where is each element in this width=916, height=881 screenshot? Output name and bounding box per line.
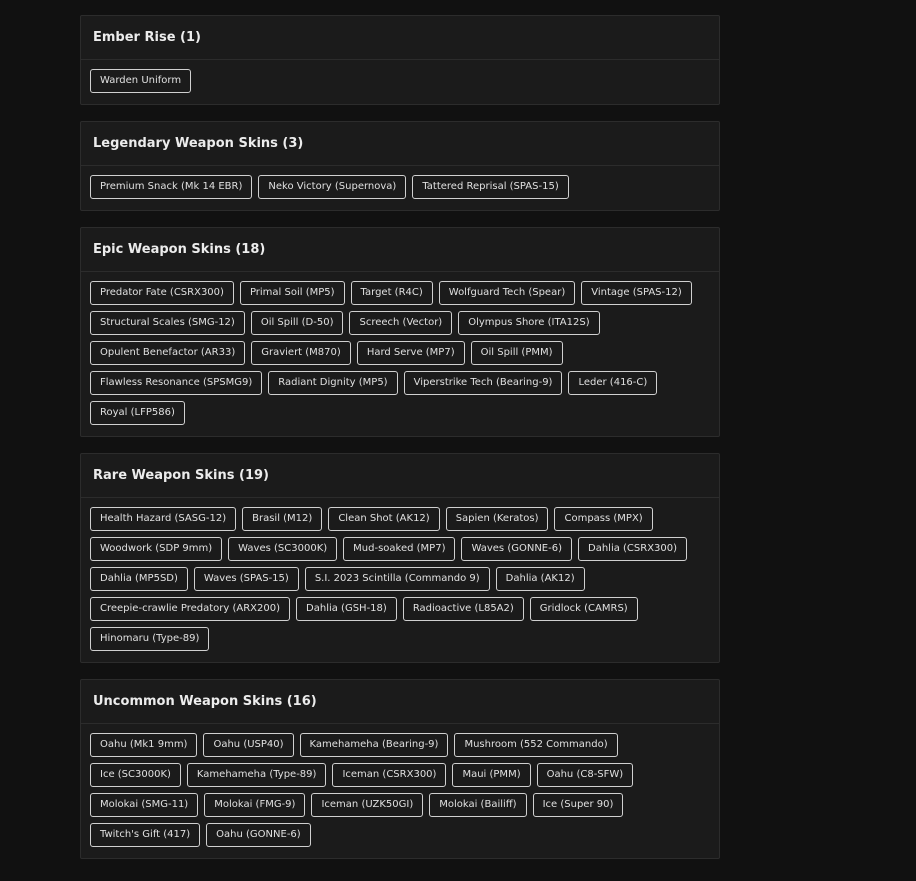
skin-chip[interactable]: Ice (Super 90): [532, 793, 624, 817]
skin-chip[interactable]: Oahu (C8-SFW): [536, 763, 634, 787]
section-header: Ember Rise (1): [81, 16, 719, 60]
skin-chip[interactable]: Predator Fate (CSRX300): [90, 281, 234, 305]
skin-section: Legendary Weapon Skins (3) Premium Snack …: [80, 121, 720, 211]
skin-chip[interactable]: Iceman (UZK50GI): [311, 793, 424, 817]
skin-chip[interactable]: Mud-soaked (MP7): [343, 537, 456, 561]
skin-chip[interactable]: Screech (Vector): [349, 311, 453, 335]
skin-chip[interactable]: Radioactive (L85A2): [402, 597, 524, 621]
section-header: Legendary Weapon Skins (3): [81, 122, 719, 166]
skin-chip[interactable]: Hinomaru (Type-89): [90, 627, 210, 651]
skin-chip[interactable]: Oahu (GONNE-6): [206, 823, 311, 847]
skin-chip[interactable]: Waves (SPAS-15): [193, 567, 299, 591]
skin-chip[interactable]: Woodwork (SDP 9mm): [90, 537, 223, 561]
section-header: Epic Weapon Skins (18): [81, 228, 719, 272]
skin-chip[interactable]: Vintage (SPAS-12): [581, 281, 692, 305]
skin-chip[interactable]: Warden Uniform: [90, 69, 192, 93]
skin-chip[interactable]: Dahlia (CSRX300): [578, 537, 688, 561]
section-items: Predator Fate (CSRX300) Primal Soil (MP5)…: [81, 272, 719, 436]
skin-section: Uncommon Weapon Skins (16) Oahu (Mk1 9mm)…: [80, 679, 720, 859]
skin-chip[interactable]: Molokai (SMG-11): [90, 793, 199, 817]
skin-chip[interactable]: S.I. 2023 Scintilla (Commando 9): [304, 567, 490, 591]
section-title: Legendary Weapon Skins (3): [93, 136, 304, 151]
skin-chip[interactable]: Structural Scales (SMG-12): [90, 311, 245, 335]
skin-chip[interactable]: Maui (PMM): [452, 763, 531, 787]
skin-chip[interactable]: Primal Soil (MP5): [239, 281, 345, 305]
section-header: Uncommon Weapon Skins (16): [81, 680, 719, 724]
skin-chip[interactable]: Dahlia (AK12): [495, 567, 585, 591]
skin-sections-list: Ember Rise (1) Warden Uniform Legendary We…: [80, 15, 720, 875]
skin-chip[interactable]: Oil Spill (PMM): [470, 341, 563, 365]
skin-chip[interactable]: Gridlock (CAMRS): [529, 597, 638, 621]
section-items: Health Hazard (SASG-12) Brasil (M12) Clean…: [81, 498, 719, 662]
section-title: Ember Rise (1): [93, 30, 201, 45]
skin-chip[interactable]: Dahlia (MP5SD): [90, 567, 188, 591]
skin-chip[interactable]: Neko Victory (Supernova): [258, 175, 407, 199]
skin-chip[interactable]: Brasil (M12): [242, 507, 323, 531]
section-header: Rare Weapon Skins (19): [81, 454, 719, 498]
skin-section: Epic Weapon Skins (18) Predator Fate (CSR…: [80, 227, 720, 437]
skin-chip[interactable]: Health Hazard (SASG-12): [90, 507, 237, 531]
section-items: Warden Uniform: [81, 60, 719, 104]
skin-chip[interactable]: Sapien (Keratos): [445, 507, 549, 531]
skin-chip[interactable]: Waves (SC3000K): [228, 537, 338, 561]
skin-chip[interactable]: Oahu (Mk1 9mm): [90, 733, 198, 757]
skin-chip[interactable]: Graviert (M870): [251, 341, 351, 365]
skin-chip[interactable]: Kamehameha (Bearing-9): [299, 733, 449, 757]
skin-chip[interactable]: Oil Spill (D-50): [250, 311, 344, 335]
skin-chip[interactable]: Dahlia (GSH-18): [296, 597, 397, 621]
skin-chip[interactable]: Wolfguard Tech (Spear): [438, 281, 576, 305]
skin-chip[interactable]: Flawless Resonance (SPSMG9): [90, 371, 263, 395]
skin-chip[interactable]: Ice (SC3000K): [90, 763, 181, 787]
section-items: Oahu (Mk1 9mm) Oahu (USP40) Kamehameha (Be…: [81, 724, 719, 858]
skin-chip[interactable]: Opulent Benefactor (AR33): [90, 341, 246, 365]
skin-chip[interactable]: Twitch's Gift (417): [90, 823, 201, 847]
skin-chip[interactable]: Leder (416-C): [568, 371, 658, 395]
section-title: Epic Weapon Skins (18): [93, 242, 266, 257]
skin-chip[interactable]: Creepie-crawlie Predatory (ARX200): [90, 597, 291, 621]
skin-chip[interactable]: Compass (MPX): [554, 507, 653, 531]
section-items: Premium Snack (Mk 14 EBR) Neko Victory (S…: [81, 166, 719, 210]
skin-chip[interactable]: Molokai (Bailiff): [429, 793, 527, 817]
section-title: Uncommon Weapon Skins (16): [93, 694, 317, 709]
skin-chip[interactable]: Hard Serve (MP7): [356, 341, 465, 365]
skin-chip[interactable]: Radiant Dignity (MP5): [268, 371, 398, 395]
skin-chip[interactable]: Oahu (USP40): [203, 733, 294, 757]
skin-chip[interactable]: Target (R4C): [350, 281, 433, 305]
skin-chip[interactable]: Royal (LFP586): [90, 401, 185, 425]
skin-chip[interactable]: Olympus Shore (ITA12S): [458, 311, 600, 335]
skin-chip[interactable]: Iceman (CSRX300): [332, 763, 447, 787]
section-title: Rare Weapon Skins (19): [93, 468, 269, 483]
skin-chip[interactable]: Clean Shot (AK12): [328, 507, 440, 531]
skin-chip[interactable]: Kamehameha (Type-89): [186, 763, 327, 787]
skin-chip[interactable]: Viperstrike Tech (Bearing-9): [403, 371, 563, 395]
skin-chip[interactable]: Waves (GONNE-6): [461, 537, 572, 561]
skin-section: Rare Weapon Skins (19) Health Hazard (SAS…: [80, 453, 720, 663]
skin-section: Ember Rise (1) Warden Uniform: [80, 15, 720, 105]
skin-chip[interactable]: Premium Snack (Mk 14 EBR): [90, 175, 253, 199]
skin-chip[interactable]: Molokai (FMG-9): [204, 793, 306, 817]
skin-chip[interactable]: Mushroom (552 Commando): [454, 733, 618, 757]
skin-chip[interactable]: Tattered Reprisal (SPAS-15): [412, 175, 569, 199]
